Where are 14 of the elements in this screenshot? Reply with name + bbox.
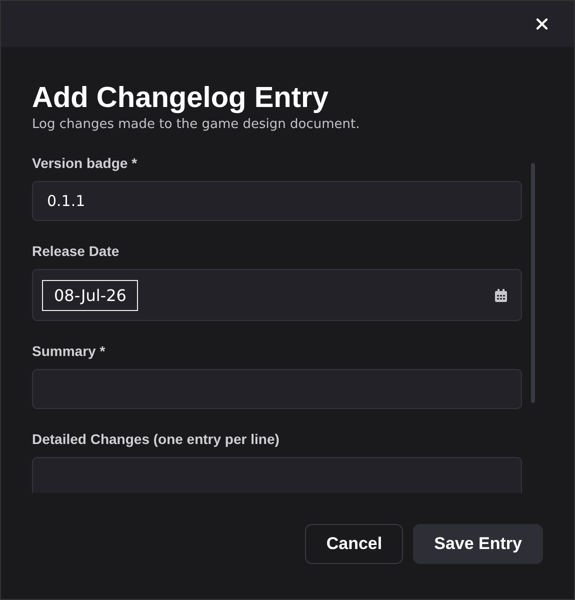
cancel-button[interactable]: Cancel bbox=[305, 524, 404, 564]
date-field[interactable]: 08-Jul-26 bbox=[32, 269, 522, 321]
field-label: Release Date bbox=[32, 243, 120, 259]
calendar-icon[interactable] bbox=[495, 288, 507, 302]
field-label: Summary * bbox=[32, 343, 106, 359]
field-label: Detailed Changes (one entry per line) bbox=[32, 431, 280, 447]
dialog-title: Add Changelog Entry bbox=[32, 81, 330, 115]
scrollbar[interactable] bbox=[531, 163, 535, 403]
close-icon bbox=[536, 18, 548, 30]
save-button[interactable]: Save Entry bbox=[413, 524, 543, 564]
input-field[interactable] bbox=[32, 369, 522, 409]
field-label: Version badge * bbox=[32, 155, 138, 171]
dialog-subtitle: Log changes made to the game design document. bbox=[32, 117, 361, 133]
input-field[interactable]: 0.1.1 bbox=[32, 181, 522, 221]
